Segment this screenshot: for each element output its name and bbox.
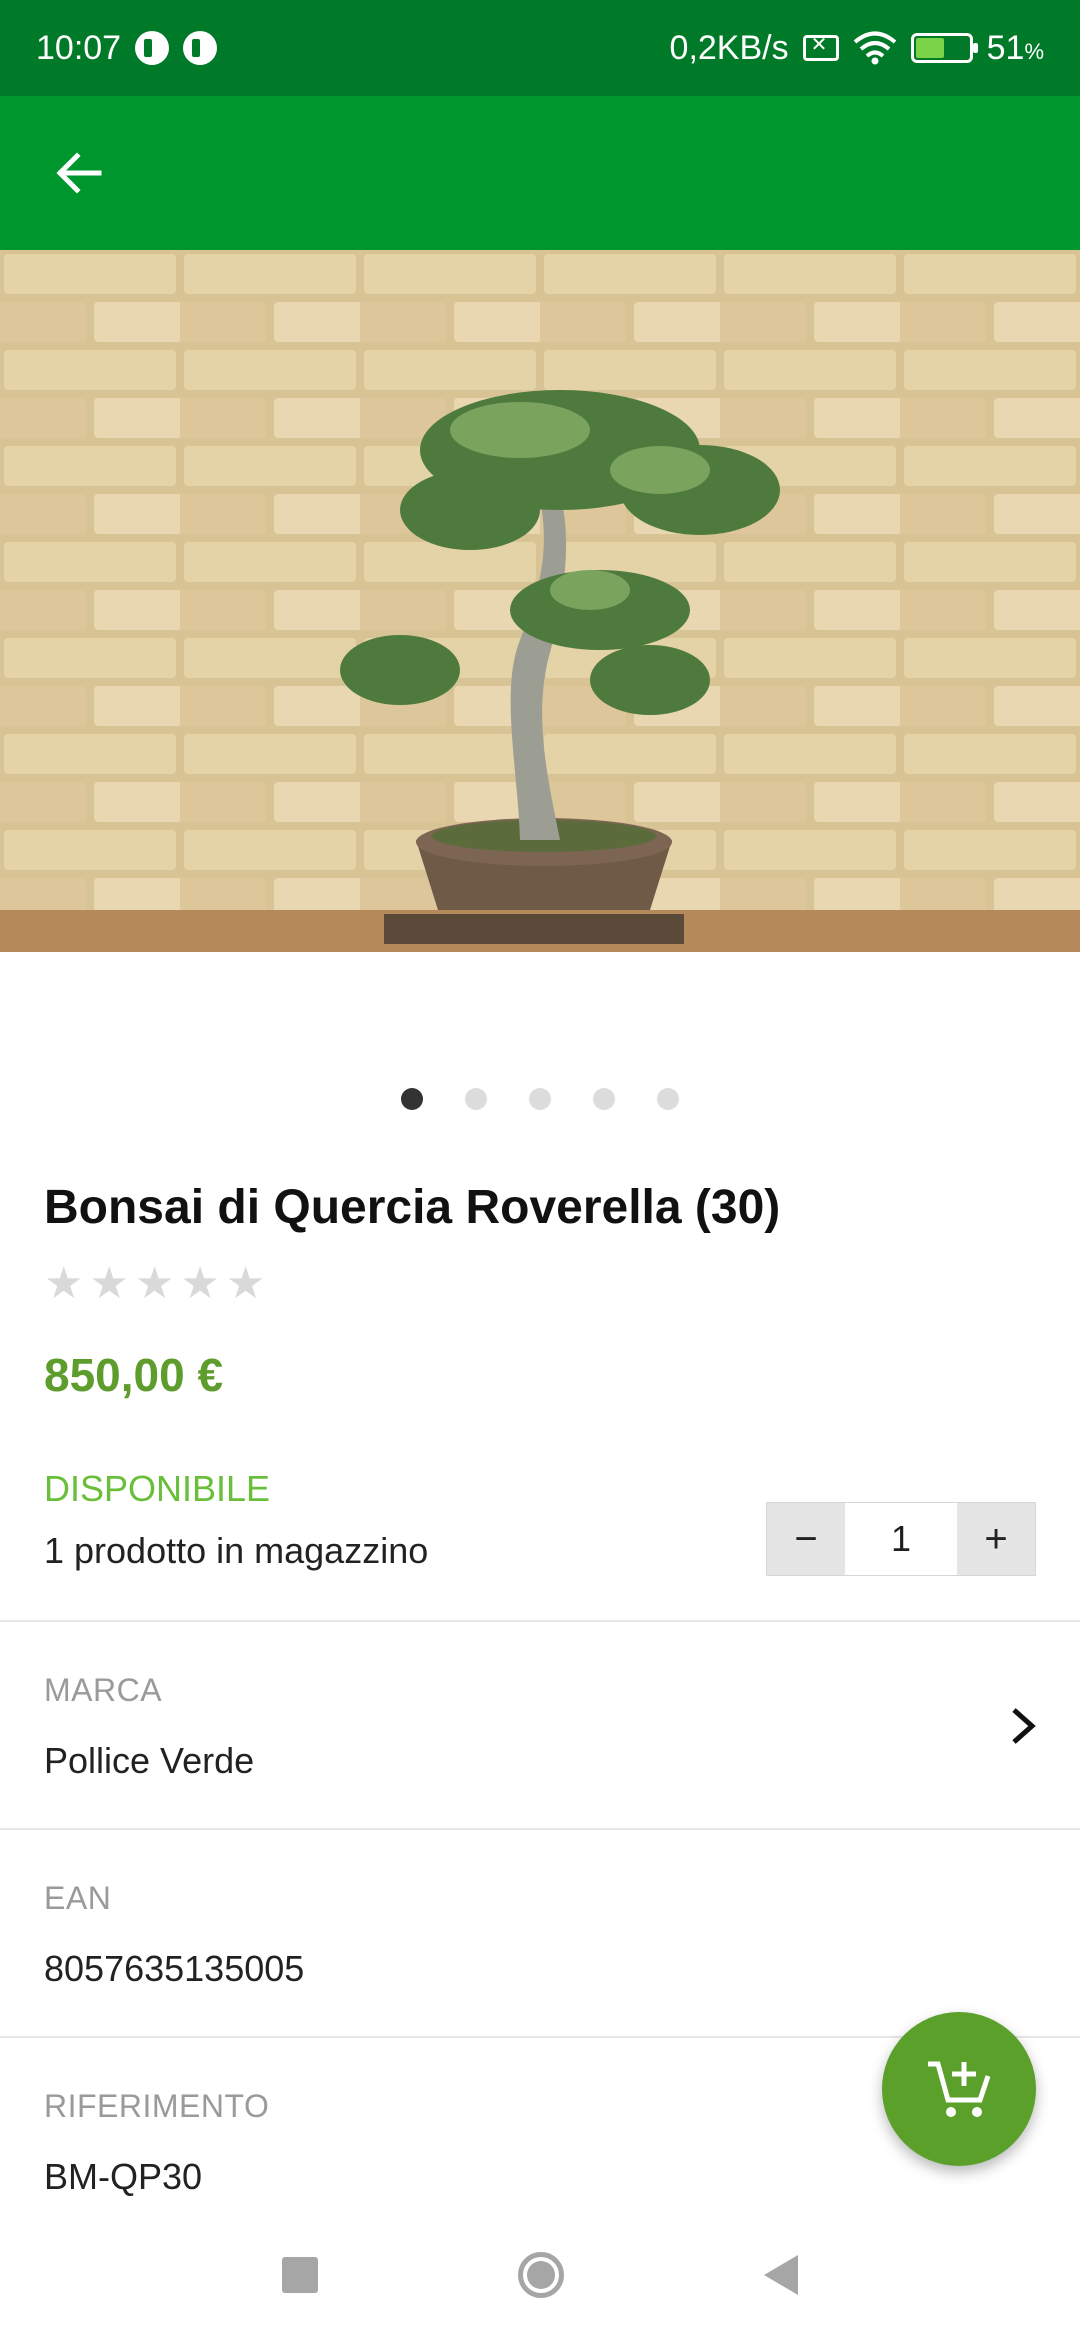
availability-status: DISPONIBILE: [44, 1468, 271, 1509]
ean-value: 8057635135005: [44, 1948, 305, 1989]
chevron-right-icon[interactable]: [1006, 1704, 1042, 1748]
rating-stars[interactable]: ★ ★ ★ ★ ★: [44, 1262, 265, 1306]
star-icon: ★: [225, 1259, 266, 1308]
divider: [0, 1620, 1080, 1622]
status-right: 0,2KB/s 51%: [670, 29, 1044, 68]
star-icon: ★: [134, 1259, 175, 1308]
reference-label: RIFERIMENTO: [44, 2088, 270, 2124]
status-time: 10:07: [36, 28, 122, 67]
product-image[interactable]: [0, 250, 1080, 952]
recents-square-icon[interactable]: [282, 2257, 318, 2293]
brand-value: Pollice Verde: [44, 1740, 255, 1781]
system-nav-bar: [0, 2210, 1080, 2340]
image-pager: [0, 1088, 1080, 1112]
pager-dot[interactable]: [657, 1088, 679, 1110]
battery-unit: %: [1024, 38, 1044, 64]
app-notification-icon: [135, 31, 170, 65]
reference-value: BM-QP30: [44, 2156, 203, 2197]
star-icon: ★: [89, 1259, 129, 1308]
home-circle-icon[interactable]: [518, 2252, 564, 2298]
app-notification-icon: [183, 31, 218, 65]
product-title: Bonsai di Quercia Roverella (30): [44, 1181, 781, 1234]
add-to-cart-icon: [928, 2061, 991, 2117]
stock-info: 1 prodotto in magazzino: [44, 1530, 429, 1571]
pager-dot[interactable]: [593, 1088, 615, 1110]
battery-percent: 51: [986, 28, 1025, 67]
brand-label: MARCA: [44, 1672, 163, 1708]
product-price: 850,00 €: [44, 1349, 224, 1401]
divider: [0, 1828, 1080, 1830]
star-icon: ★: [180, 1259, 220, 1308]
network-speed: 0,2KB/s: [669, 28, 789, 67]
quantity-value[interactable]: 1: [845, 1503, 957, 1575]
sim-off-icon: [802, 32, 839, 61]
back-triangle-icon[interactable]: [764, 2255, 798, 2295]
bonsai-oak-photo: [0, 250, 1080, 952]
back-button[interactable]: [30, 125, 126, 221]
pager-dot[interactable]: [465, 1088, 487, 1110]
status-left: 10:07: [36, 28, 218, 68]
increase-quantity-button[interactable]: +: [957, 1503, 1035, 1575]
battery-level: 51%: [987, 29, 1044, 68]
decrease-quantity-button[interactable]: −: [767, 1503, 845, 1575]
app-bar: [0, 96, 1080, 250]
wifi-icon: [853, 31, 896, 65]
ean-label: EAN: [44, 1880, 112, 1916]
star-icon: ★: [44, 1259, 84, 1308]
battery-charging-icon: [910, 33, 978, 63]
pager-dot[interactable]: [401, 1088, 423, 1110]
add-to-cart-button[interactable]: [882, 2012, 1036, 2166]
arrow-left-icon: [56, 152, 102, 194]
status-bar: 10:07 0,2KB/s 51%: [0, 0, 1080, 96]
pager-dot[interactable]: [529, 1088, 551, 1110]
quantity-stepper: − 1 +: [766, 1502, 1036, 1576]
